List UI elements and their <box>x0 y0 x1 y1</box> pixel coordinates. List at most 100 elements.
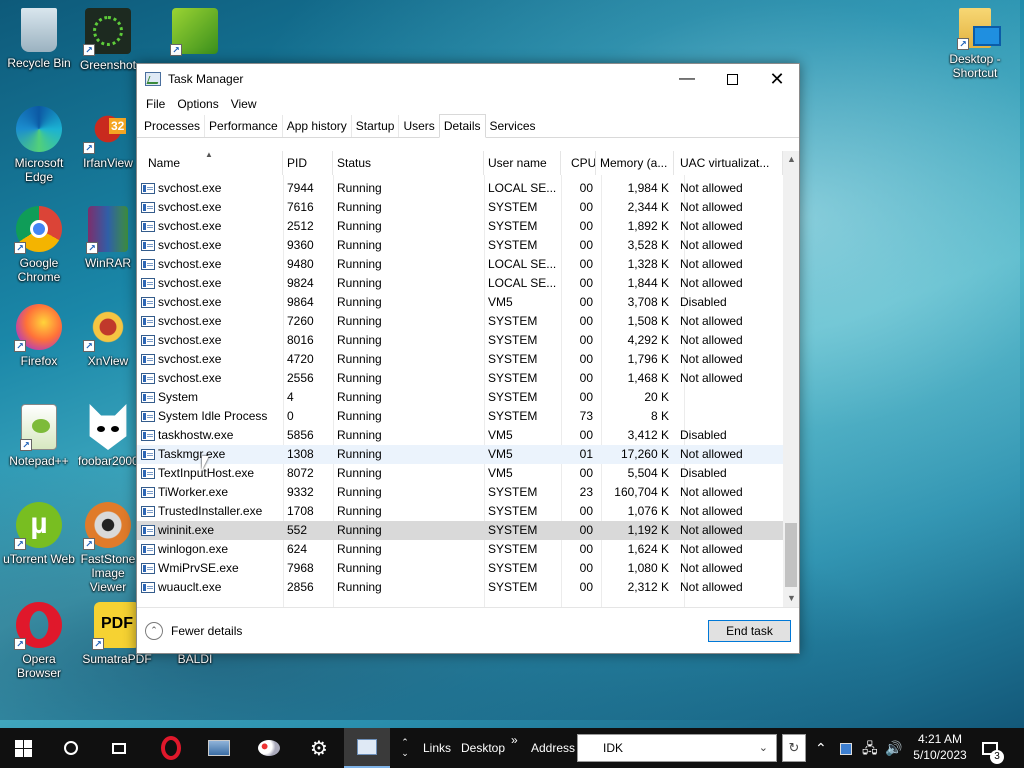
column-header-user-name[interactable]: User name <box>484 151 561 175</box>
scroll-up-icon[interactable]: ▲ <box>783 151 799 168</box>
search-button[interactable] <box>48 728 94 768</box>
table-row[interactable]: Taskmgr.exe 1308 Running VM5 01 17,260 K Not a… <box>137 445 783 464</box>
table-row[interactable]: System 4 Running SYSTEM 00 20 K <box>137 388 783 407</box>
address-input[interactable]: IDK ⌄ <box>577 734 777 762</box>
table-row[interactable]: System Idle Process 0 Running SYSTEM 73 8 K <box>137 407 783 426</box>
table-row[interactable]: svchost.exe 8016 Running SYSTEM 00 4,292 K Not… <box>137 331 783 350</box>
process-pid: 0 <box>287 409 294 423</box>
tab-processes[interactable]: Processes <box>140 115 206 137</box>
table-row[interactable]: svchost.exe 7260 Running SYSTEM 00 1,508 K Not… <box>137 312 783 331</box>
process-pid: 2556 <box>287 371 314 385</box>
show-hidden-icons-button[interactable]: ⌃ <box>815 728 827 768</box>
table-row[interactable]: svchost.exe 7944 Running LOCAL SE... 00 1,984… <box>137 179 783 198</box>
process-uac: Not allowed <box>680 238 743 252</box>
tab-users[interactable]: Users <box>399 115 438 137</box>
table-row[interactable]: TiWorker.exe 9332 Running SYSTEM 23 160,704 K… <box>137 483 783 502</box>
scrollbar-thumb[interactable] <box>785 523 797 587</box>
address-label: Address <box>531 741 576 755</box>
taskbar-paint-app[interactable] <box>246 728 292 768</box>
table-row[interactable]: svchost.exe 9480 Running LOCAL SE... 00 1,328… <box>137 255 783 274</box>
task-view-button[interactable] <box>96 728 142 768</box>
tray-network-monitor-icon[interactable] <box>840 728 852 768</box>
desktop-icon-xnview[interactable]: ↗ XnView <box>78 304 138 368</box>
table-row[interactable]: TrustedInstaller.exe 1708 Running SYSTEM 00 1… <box>137 502 783 521</box>
column-header-pid[interactable]: PID <box>283 151 333 175</box>
table-row[interactable]: svchost.exe 9824 Running LOCAL SE... 00 1,844… <box>137 274 783 293</box>
process-cpu: 00 <box>579 333 593 347</box>
links-toolbar[interactable]: Links <box>423 728 451 768</box>
tab-startup[interactable]: Startup <box>352 115 400 137</box>
table-row[interactable]: svchost.exe 9360 Running SYSTEM 00 3,528 K Not… <box>137 236 783 255</box>
desktop-toolbar[interactable]: Desktop <box>461 728 505 768</box>
desktop-icon-utorrent[interactable]: µ ↗ uTorrent Web <box>0 502 78 566</box>
desktop-icon-winrar[interactable]: ↗ WinRAR <box>78 206 138 270</box>
taskbar-settings[interactable]: ⚙ <box>296 728 342 768</box>
process-cpu: 00 <box>579 580 593 594</box>
desktop-icon-faststone[interactable]: ↗ FastStone Image Viewer <box>78 502 138 594</box>
process-pid: 9332 <box>287 485 314 499</box>
desktop-icon-firefox[interactable]: ↗ Firefox <box>0 304 78 368</box>
table-row[interactable]: TextInputHost.exe 8072 Running VM5 00 5,504 K… <box>137 464 783 483</box>
table-row[interactable]: svchost.exe 9864 Running VM5 00 3,708 K Disabl… <box>137 293 783 312</box>
desktop-icon-foobar[interactable]: foobar2000 <box>78 404 138 468</box>
table-row[interactable]: WmiPrvSE.exe 7968 Running SYSTEM 00 1,080 K No… <box>137 559 783 578</box>
menu-view[interactable]: View <box>225 97 263 111</box>
menu-options[interactable]: Options <box>171 97 224 111</box>
table-row[interactable]: wuauclt.exe 2856 Running SYSTEM 00 2,312 K Not… <box>137 578 783 597</box>
tab-services[interactable]: Services <box>486 115 540 137</box>
volume-icon[interactable]: 🔊 <box>885 728 902 768</box>
fewer-details-button[interactable]: ⌃ Fewer details <box>145 622 242 640</box>
toolbar-scroll[interactable]: ⌃ ⌄ <box>397 728 413 768</box>
column-header-status[interactable]: Status <box>333 151 484 175</box>
address-go-button[interactable]: ↻ <box>782 734 806 762</box>
process-pid: 7260 <box>287 314 314 328</box>
process-cpu: 00 <box>579 352 593 366</box>
table-row[interactable]: taskhostw.exe 5856 Running VM5 00 3,412 K Disa… <box>137 426 783 445</box>
menu-file[interactable]: File <box>140 97 171 111</box>
clock[interactable]: 4:21 AM 5/10/2023 <box>905 731 975 763</box>
desktop-icon-notepadpp[interactable]: ↗ Notepad++ <box>0 404 78 468</box>
process-uac: Not allowed <box>680 276 743 290</box>
process-name-label: svchost.exe <box>158 276 222 290</box>
desktop-icon-irfanview[interactable]: 32 ↗ IrfanView <box>78 106 138 170</box>
desktop-icon-peazip[interactable]: ↗ <box>156 8 234 58</box>
desktop-icon-greenshot[interactable]: ↗ Greenshot <box>78 8 138 72</box>
tab-app-history[interactable]: App history <box>283 115 352 137</box>
process-uac: Not allowed <box>680 314 743 328</box>
desktop-icon-desktop-shortcut[interactable]: ↗ Desktop - Shortcut <box>936 8 1014 80</box>
chevron-down-icon[interactable]: ⌄ <box>759 735 768 761</box>
process-name: wuauclt.exe <box>137 578 283 597</box>
maximize-button[interactable] <box>709 64 755 94</box>
title-bar[interactable]: Task Manager — ✕ <box>137 64 799 94</box>
table-row[interactable]: svchost.exe 2512 Running SYSTEM 00 1,892 K Not… <box>137 217 783 236</box>
table-row[interactable]: winlogon.exe 624 Running SYSTEM 00 1,624 K Not… <box>137 540 783 559</box>
minimize-button[interactable]: — <box>664 64 710 94</box>
process-user: LOCAL SE... <box>488 257 557 271</box>
taskbar-task-manager[interactable] <box>344 728 390 768</box>
start-button[interactable] <box>0 728 46 768</box>
taskbar-pc-app[interactable] <box>196 728 242 768</box>
end-task-button[interactable]: End task <box>708 620 791 642</box>
scroll-down-icon[interactable]: ▼ <box>783 590 799 607</box>
action-center-button[interactable]: 3 <box>982 728 1016 768</box>
desktop-icon-opera[interactable]: ↗ Opera Browser <box>0 602 78 680</box>
table-row[interactable]: svchost.exe 2556 Running SYSTEM 00 1,468 K Not… <box>137 369 783 388</box>
table-row[interactable]: svchost.exe 7616 Running SYSTEM 00 2,344 K Not… <box>137 198 783 217</box>
process-status: Running <box>337 580 382 594</box>
table-row[interactable]: svchost.exe 4720 Running SYSTEM 00 1,796 K Not… <box>137 350 783 369</box>
toolbar-overflow-icon[interactable]: » <box>511 720 518 760</box>
vertical-scrollbar[interactable]: ▲ ▼ <box>783 151 799 607</box>
taskbar-opera[interactable] <box>148 728 194 768</box>
column-header-name[interactable]: Name <box>137 151 283 175</box>
network-icon[interactable]: 🖧 <box>862 728 878 768</box>
table-row[interactable]: wininit.exe 552 Running SYSTEM 00 1,192 K Not … <box>137 521 783 540</box>
column-header-memory[interactable]: Memory (a... <box>596 151 674 175</box>
tab-performance[interactable]: Performance <box>205 115 283 137</box>
desktop-icon-recycle-bin[interactable]: Recycle Bin <box>0 8 78 70</box>
tab-details[interactable]: Details <box>438 114 486 138</box>
column-header-cpu[interactable]: CPU <box>561 151 596 175</box>
column-header-uac-virtualization[interactable]: UAC virtualizat... <box>674 151 783 175</box>
close-button[interactable]: ✕ <box>754 64 800 94</box>
desktop-icon-chrome[interactable]: ↗ Google Chrome <box>0 206 78 284</box>
desktop-icon-edge[interactable]: Microsoft Edge <box>0 106 78 184</box>
